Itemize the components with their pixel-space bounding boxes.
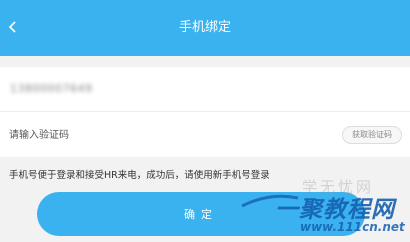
form-card: 13800007649 获取验证码	[0, 67, 410, 157]
verification-code-input[interactable]	[9, 125, 229, 145]
confirm-button[interactable]: 确定	[37, 192, 365, 236]
get-code-button[interactable]: 获取验证码	[342, 126, 402, 144]
phone-number-value: 13800007649	[10, 82, 93, 95]
app-header: 手机绑定	[0, 0, 410, 56]
hint-text: 手机号便于登录和接受HR来电，成功后，请使用新手机号登录	[9, 170, 270, 181]
code-row: 获取验证码	[0, 112, 410, 157]
phone-row: 13800007649	[0, 67, 410, 112]
page-title: 手机绑定	[178, 20, 231, 35]
